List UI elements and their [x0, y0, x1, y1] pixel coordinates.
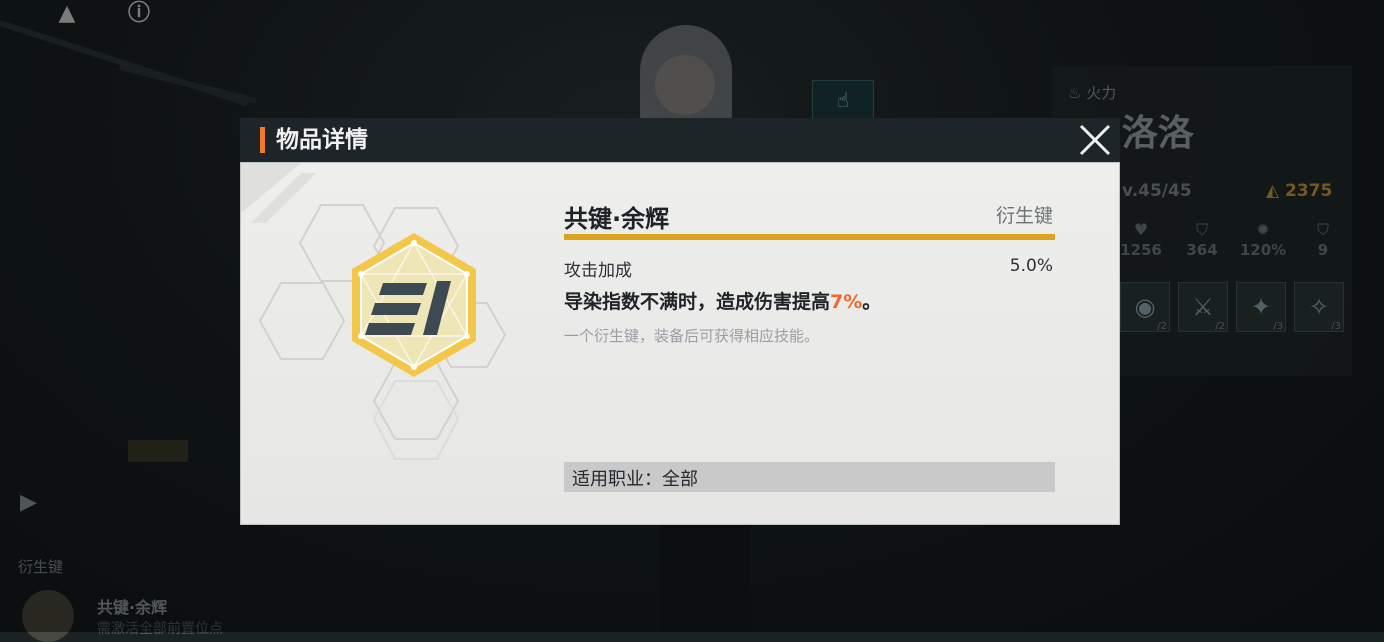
job-label: 适用职业： [572, 469, 662, 490]
applicable-job-text: 适用职业：全部 [572, 465, 698, 491]
effect-suffix: 。 [862, 291, 882, 313]
job-value: 全部 [662, 469, 698, 490]
effect-prefix: 导染指数不满时，造成伤害提高 [564, 291, 831, 313]
modal-body: 共键·余辉 衍生键 攻击加成 5.0% 导染指数不满时，造成伤害提高7%。 一个… [240, 162, 1120, 525]
effect-text: 导染指数不满时，造成伤害提高7%。 [564, 287, 881, 314]
stat-value: 5.0% [1009, 256, 1053, 276]
stat-label: 攻击加成 [564, 261, 632, 281]
effect-highlight: 7% [830, 291, 863, 313]
applicable-job-bar: 适用职业：全部 [564, 462, 1055, 492]
modal-title: 物品详情 [276, 127, 368, 153]
close-button[interactable] [1076, 120, 1114, 160]
item-name: 共键·余辉 [564, 205, 670, 233]
item-icon-area [241, 163, 507, 460]
item-description: 一个衍生键，装备后可获得相应技能。 [564, 327, 820, 345]
item-detail-modal: 物品详情 共键·余辉 衍生键 攻击加成 5.0% 导染指数不满时，造成伤害提高7… [240, 118, 1120, 525]
close-icon [1079, 124, 1111, 156]
header-accent-bar [260, 127, 265, 153]
modal-header: 物品详情 [240, 118, 1120, 162]
item-name-underline [564, 234, 1055, 240]
item-type: 衍生键 [995, 205, 1053, 227]
item-hexagon-icon [352, 233, 476, 377]
decor-stripes [241, 163, 316, 223]
